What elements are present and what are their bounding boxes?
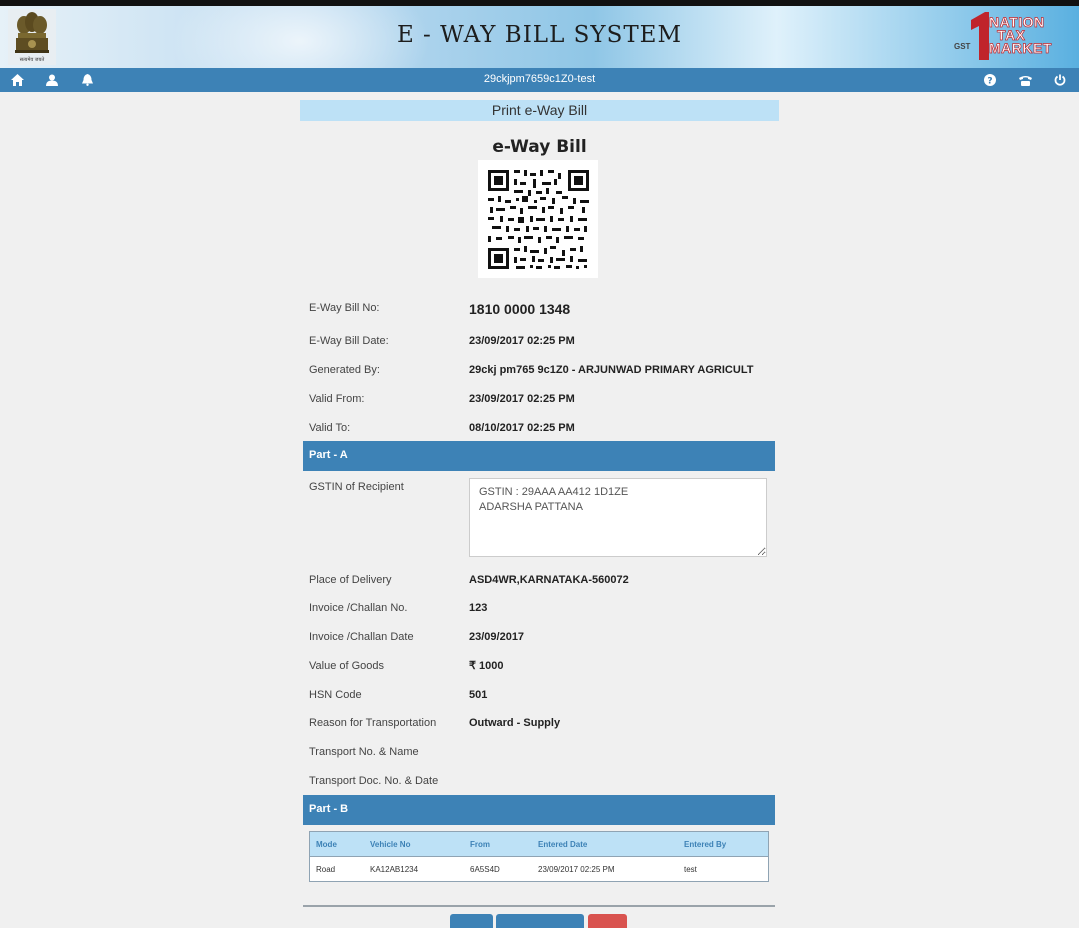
cell-from: 6A5S4D	[470, 864, 500, 874]
part-a-header: Part - A	[303, 441, 775, 471]
valid-to-label: Valid To:	[309, 422, 351, 434]
valid-from-value: 23/09/2017 02:25 PM	[469, 393, 575, 405]
generated-by-label: Generated By:	[309, 364, 380, 376]
part-a-title: Part - A	[309, 449, 348, 461]
cell-entered-date: 23/09/2017 02:25 PM	[538, 864, 615, 874]
ewaybill-date-value: 23/09/2017 02:25 PM	[469, 335, 575, 347]
action-button-3[interactable]	[588, 914, 627, 928]
invoice-no-label: Invoice /Challan No.	[309, 602, 408, 614]
print-title-bar: Print e-Way Bill	[300, 100, 779, 121]
qr-code-image	[478, 160, 598, 278]
user-id-label: 29ckjpm7659c1Z0-test	[483, 73, 596, 85]
logo-gst-badge: GST	[954, 42, 971, 51]
value-of-goods-value: ₹ 1000	[469, 660, 504, 672]
cell-vehicle-no: KA12AB1234	[370, 864, 419, 874]
site-header: सत्यमेव जयते E - WAY BILL SYSTEM GST NAT…	[0, 6, 1079, 68]
bottom-divider	[303, 905, 775, 907]
col-mode: Mode	[309, 831, 364, 857]
logo-wordmark: NATION TAX MARKET	[989, 15, 1052, 56]
cell-entered-by: test	[684, 864, 697, 874]
generated-by-value: 29ckj pm765 9c1Z0 - ARJUNWAD PRIMARY AGR…	[469, 364, 754, 376]
value-of-goods-label: Value of Goods	[309, 660, 385, 672]
valid-to-value: 08/10/2017 02:25 PM	[469, 422, 575, 434]
help-icon[interactable]: ?	[981, 71, 999, 89]
col-entered-by: Entered By	[678, 831, 769, 857]
nation-tax-market-logo: GST NATION TAX MARKET	[951, 12, 1073, 64]
transport-no-name-label: Transport No. & Name	[309, 746, 419, 758]
transport-doc-label: Transport Doc. No. & Date	[309, 775, 439, 787]
invoice-date-value: 23/09/2017	[469, 631, 525, 643]
action-button-1[interactable]	[450, 914, 493, 928]
vehicle-details-table: Mode Vehicle No From Entered Date Entere…	[309, 831, 769, 882]
svg-text:?: ?	[987, 77, 992, 87]
gstin-recipient-label: GSTIN of Recipient	[309, 481, 404, 493]
hsn-code-value: 501	[469, 689, 488, 701]
table-row: Road KA12AB1234 6A5S4D 23/09/2017 02:25 …	[310, 857, 769, 882]
invoice-date-label: Invoice /Challan Date	[309, 631, 414, 643]
ewaybill-heading: e-Way Bill	[492, 137, 587, 157]
qr-code	[478, 160, 598, 278]
col-entered-date: Entered Date	[532, 831, 678, 857]
ewaybill-date-label: E-Way Bill Date:	[309, 335, 389, 347]
nav-bar: 29ckjpm7659c1Z0-test ?	[0, 68, 1079, 92]
ewaybill-no-label: E-Way Bill No:	[309, 302, 380, 314]
table-header-row: Mode Vehicle No From Entered Date Entere…	[309, 831, 769, 857]
valid-from-label: Valid From:	[309, 393, 365, 405]
col-vehicle-no: Vehicle No	[364, 831, 464, 857]
col-from: From	[464, 831, 532, 857]
ewaybill-no-value: 1810 0000 1348	[469, 301, 571, 317]
svg-text:सत्यमेव जयते: सत्यमेव जयते	[20, 56, 45, 63]
phone-icon[interactable]	[1016, 71, 1034, 89]
part-b-header: Part - B	[303, 795, 775, 825]
reason-transport-label: Reason for Transportation	[309, 717, 437, 729]
action-button-2[interactable]	[496, 914, 584, 928]
gstin-recipient-field[interactable]: GSTIN : 29AAA AA412 1D1ZE ADARSHA PATTAN…	[469, 478, 767, 557]
place-of-delivery-value: ASD4WR,KARNATAKA-560072	[469, 574, 629, 586]
reason-transport-value: Outward - Supply	[469, 717, 561, 729]
cell-mode: Road	[316, 864, 336, 874]
place-of-delivery-label: Place of Delivery	[309, 574, 392, 586]
page-title: E - WAY BILL SYSTEM	[396, 22, 683, 48]
part-b-title: Part - B	[309, 803, 349, 815]
invoice-no-value: 123	[469, 602, 488, 614]
power-icon[interactable]	[1051, 71, 1069, 89]
logo-line-3: MARKET	[989, 40, 1052, 56]
hsn-code-label: HSN Code	[309, 689, 362, 701]
